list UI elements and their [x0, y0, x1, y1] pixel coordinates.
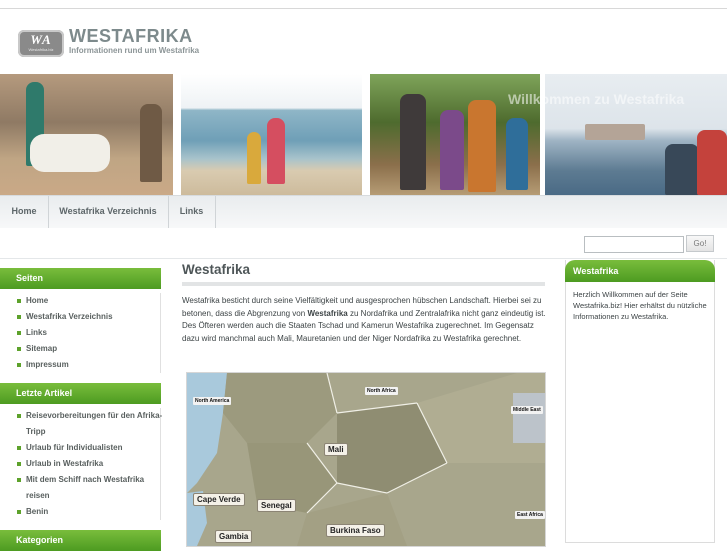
- map-label-senegal[interactable]: Senegal: [257, 499, 296, 512]
- site-title[interactable]: WESTAFRIKA: [69, 26, 193, 47]
- west-africa-map[interactable]: North America North Africa Middle East E…: [186, 372, 546, 547]
- recent-article-schiff[interactable]: Mit dem Schiff nach Westafrika reisen: [0, 472, 160, 504]
- map-shapes: [187, 373, 545, 546]
- logo-subtext: Westafrika.biz: [28, 47, 54, 52]
- site-logo[interactable]: WA Westafrika.biz: [18, 30, 64, 57]
- sidebar-item-impressum[interactable]: Impressum: [0, 357, 160, 373]
- bullet-icon: [17, 331, 21, 335]
- sidebar-heading-recent: Letzte Artikel: [0, 383, 161, 404]
- bullet-icon: [17, 347, 21, 351]
- right-sidebar-heading: Westafrika: [565, 260, 715, 282]
- map-label-gambia[interactable]: Gambia: [215, 530, 253, 543]
- map-label-cape-verde[interactable]: Cape Verde: [193, 493, 245, 506]
- header-banner: Willkommen zu Westafrika: [0, 74, 727, 195]
- sidebar-item-links[interactable]: Links: [0, 325, 160, 341]
- search-button[interactable]: Go!: [686, 235, 714, 252]
- sidebar-item-verzeichnis[interactable]: Westafrika Verzeichnis: [0, 309, 160, 325]
- bullet-icon: [17, 446, 21, 450]
- sidebar-pages-list: Home Westafrika Verzeichnis Links Sitema…: [0, 293, 161, 373]
- recent-article-urlaub-westafrika[interactable]: Urlaub in Westafrika: [0, 456, 160, 472]
- bullet-icon: [17, 414, 21, 418]
- map-label-middle-east[interactable]: Middle East: [511, 406, 543, 414]
- banner-photo-goat: [0, 74, 173, 195]
- logo-abbreviation: WA: [30, 32, 52, 47]
- map-label-north-africa[interactable]: North Africa: [365, 387, 398, 395]
- intro-paragraph: Westafrika besticht durch seine Vielfält…: [182, 295, 546, 345]
- bullet-icon: [17, 363, 21, 367]
- left-sidebar: Seiten Home Westafrika Verzeichnis Links…: [0, 268, 162, 551]
- bullet-icon: [17, 315, 21, 319]
- map-label-mali[interactable]: Mali: [324, 443, 348, 456]
- search-input[interactable]: [584, 236, 684, 253]
- map-label-east-africa[interactable]: East Africa: [515, 511, 545, 519]
- nav-home[interactable]: Home: [0, 196, 49, 228]
- nav-westafrika-verzeichnis[interactable]: Westafrika Verzeichnis: [48, 196, 169, 228]
- page-title: Westafrika: [182, 262, 251, 277]
- site-subtitle: Informationen rund um Westafrika: [69, 46, 200, 55]
- right-sidebar-text: Herzlich Willkommen auf der Seite Westaf…: [573, 290, 707, 321]
- bullet-icon: [17, 510, 21, 514]
- bullet-icon: [17, 478, 21, 482]
- recent-article-individualisten[interactable]: Urlaub für Individualisten: [0, 440, 160, 456]
- title-divider: [182, 282, 545, 286]
- banner-photo-beach: [181, 74, 362, 195]
- sidebar-heading-pages: Seiten: [0, 268, 161, 289]
- sidebar-recent-list: Reisevorbereitungen für den Afrika-Tripp…: [0, 408, 162, 520]
- map-label-burkina-faso[interactable]: Burkina Faso: [326, 524, 385, 537]
- banner-welcome-text: Willkommen zu Westafrika: [508, 91, 685, 107]
- recent-article-benin[interactable]: Benin: [0, 504, 160, 520]
- main-navigation: Home Westafrika Verzeichnis Links: [0, 195, 727, 229]
- bullet-icon: [17, 299, 21, 303]
- intro-text-bold: Westafrika: [307, 308, 348, 318]
- sidebar-item-home[interactable]: Home: [0, 293, 160, 309]
- sidebar-item-sitemap[interactable]: Sitemap: [0, 341, 160, 357]
- recent-article-reisevorbereitungen[interactable]: Reisevorbereitungen für den Afrika-Tripp: [0, 408, 162, 440]
- sidebar-heading-categories: Kategorien: [0, 530, 161, 551]
- bullet-icon: [17, 462, 21, 466]
- map-label-north-america[interactable]: North America: [193, 397, 232, 405]
- nav-links[interactable]: Links: [168, 196, 216, 228]
